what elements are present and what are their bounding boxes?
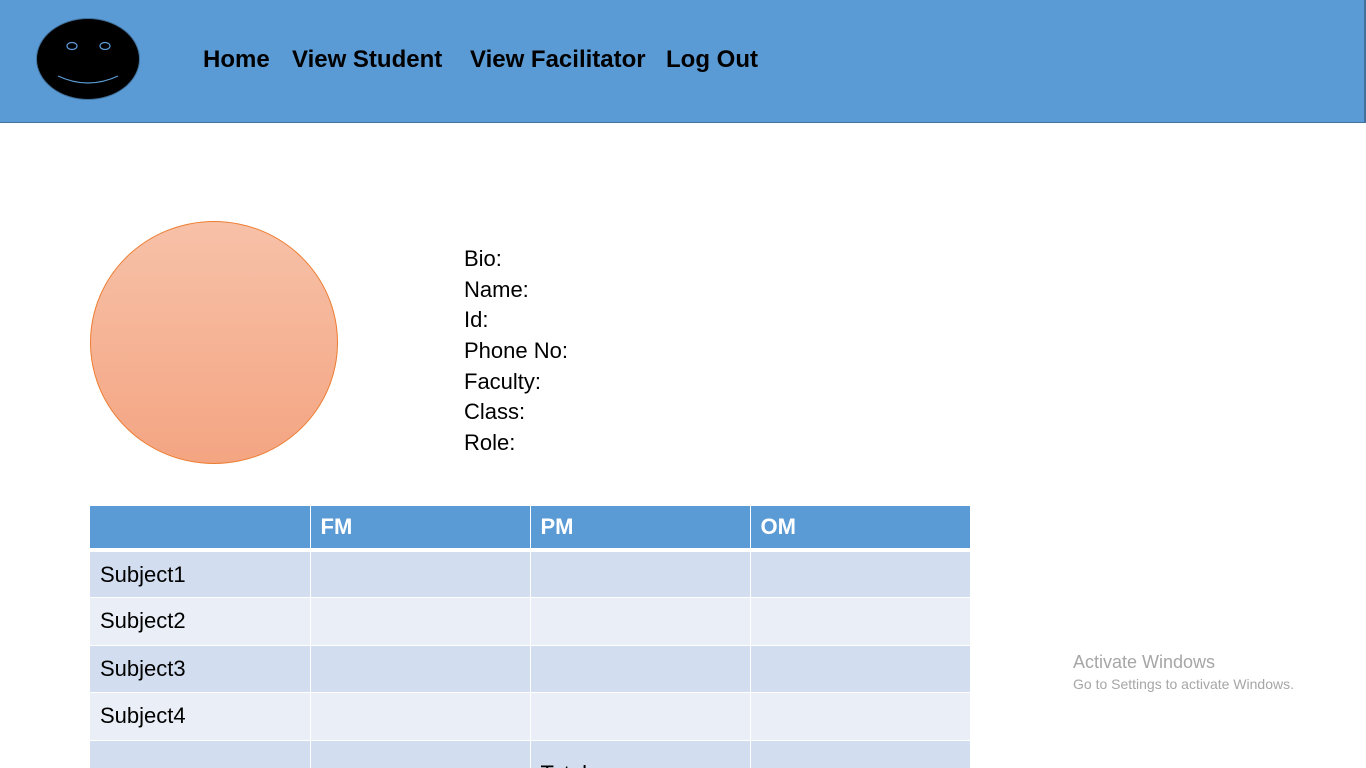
fm-cell	[310, 645, 531, 693]
page: Home View Student View Facilitator Log O…	[0, 0, 1366, 768]
om-cell	[750, 692, 971, 741]
table-row: Subject4	[90, 692, 971, 741]
table-row: Subject2	[90, 597, 971, 646]
avatar	[90, 221, 338, 464]
subject-cell	[90, 740, 311, 768]
phone-no-label: Phone No:	[464, 338, 568, 364]
table-header-row: FM PM OM	[90, 506, 971, 552]
column-header-subject	[90, 506, 311, 552]
fm-cell	[310, 550, 531, 598]
om-cell	[750, 597, 971, 646]
profile-details: Bio: Name: Id: Phone No: Faculty: Class:…	[464, 244, 568, 459]
table-row-total: Total	[90, 740, 971, 768]
marks-table: FM PM OM Subject1 Subject2 Subject3 Subj…	[90, 506, 971, 768]
nav-home[interactable]: Home	[203, 44, 270, 76]
table-row: Subject3	[90, 645, 971, 693]
pm-cell	[530, 597, 751, 646]
subject-cell: Subject2	[90, 597, 311, 646]
id-label: Id:	[464, 307, 489, 333]
smiley-face-icon[interactable]	[36, 18, 140, 100]
column-header-om: OM	[750, 506, 971, 552]
pm-cell	[530, 645, 751, 693]
watermark-title: Activate Windows	[1073, 652, 1216, 672]
watermark-subtitle: Go to Settings to activate Windows.	[1073, 676, 1294, 692]
column-header-fm: FM	[310, 506, 531, 552]
fm-cell	[310, 597, 531, 646]
role-label: Role:	[464, 430, 516, 456]
table-row: Subject1	[90, 550, 971, 598]
subject-cell: Subject1	[90, 550, 311, 598]
om-cell	[750, 740, 971, 768]
total-label: Total	[530, 740, 751, 768]
om-cell	[750, 550, 971, 598]
name-label: Name:	[464, 276, 529, 302]
om-cell	[750, 645, 971, 693]
subject-cell: Subject4	[90, 692, 311, 741]
class-label: Class:	[464, 399, 526, 425]
nav-view-facilitator[interactable]: View Facilitator	[470, 44, 646, 76]
header-bar: Home View Student View Facilitator Log O…	[0, 0, 1366, 123]
pm-cell	[530, 692, 751, 741]
faculty-label: Faculty:	[464, 368, 542, 394]
fm-cell	[310, 692, 531, 741]
activate-windows-watermark: Activate Windows Go to Settings to activ…	[1073, 650, 1294, 694]
fm-cell	[310, 740, 531, 768]
subject-cell: Subject3	[90, 645, 311, 693]
pm-cell	[530, 550, 751, 598]
nav-log-out[interactable]: Log Out	[666, 44, 758, 76]
bio-label: Bio:	[464, 246, 502, 271]
column-header-pm: PM	[530, 506, 751, 552]
nav-view-student[interactable]: View Student	[292, 44, 442, 76]
